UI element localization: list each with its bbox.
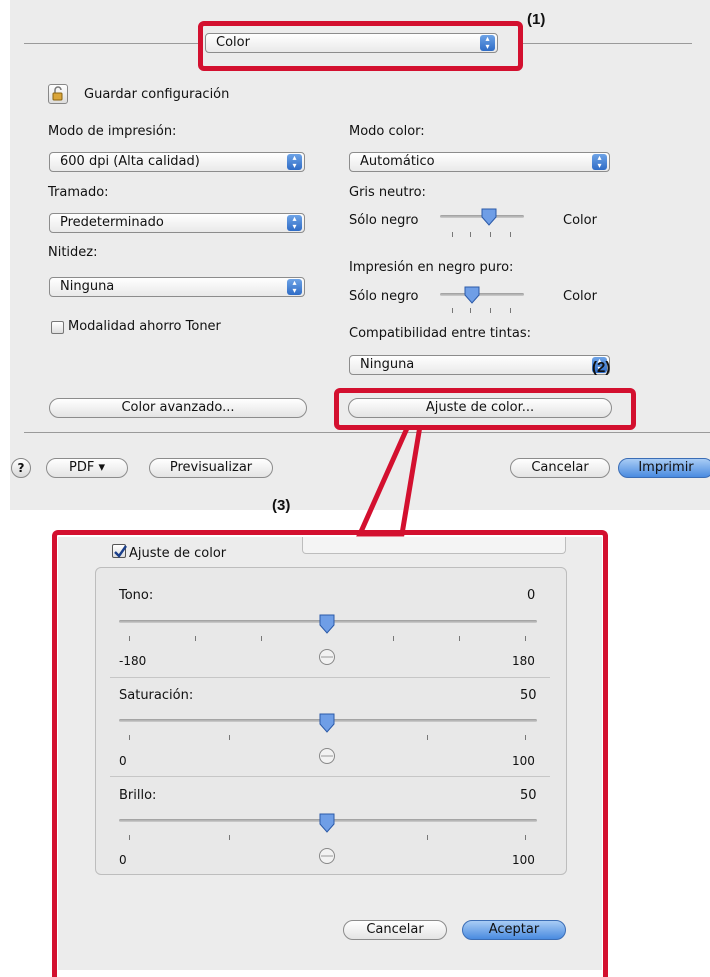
highlight-3: [52, 530, 608, 977]
callout-3: (3): [272, 497, 291, 514]
